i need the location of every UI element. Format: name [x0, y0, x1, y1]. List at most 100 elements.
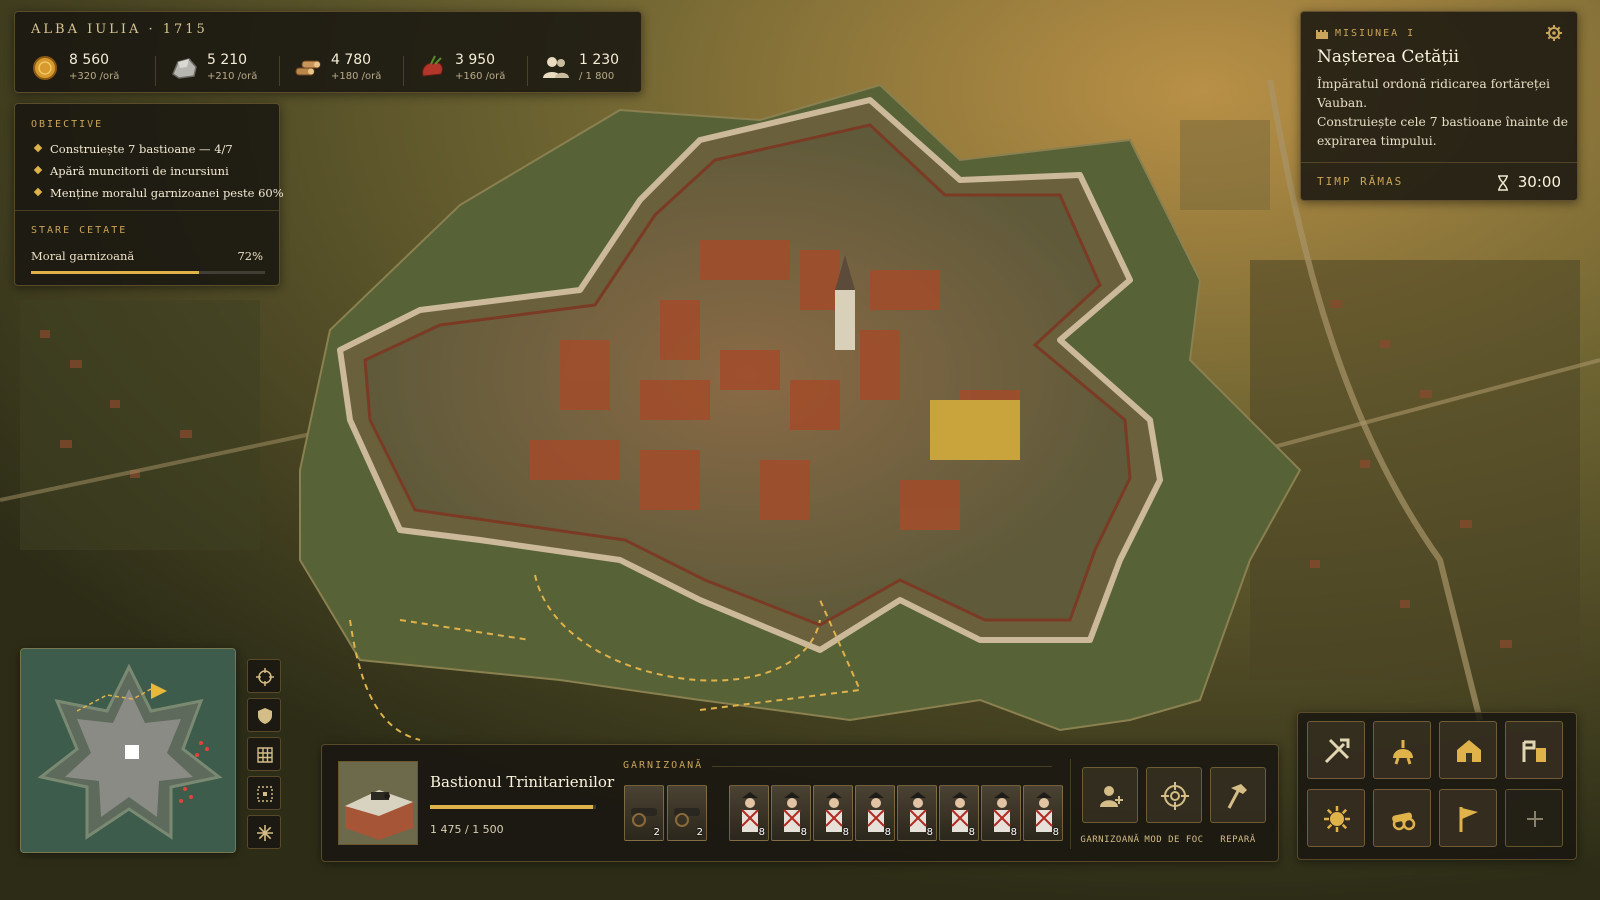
grid-icon	[257, 747, 273, 763]
objectives-heading: OBIECTIVE	[31, 119, 104, 130]
soldier-unit-slot[interactable]: 8	[1023, 785, 1063, 841]
helmet-icon	[1393, 740, 1413, 765]
soldier-unit-slot[interactable]: 8	[939, 785, 979, 841]
fortress-status-heading: STARE CETATE	[31, 225, 128, 236]
soldier-unit-slot[interactable]: 8	[771, 785, 811, 841]
add-build-slot-button[interactable]	[1505, 789, 1563, 847]
build-artillery-button[interactable]	[1373, 789, 1431, 847]
soldier-unit-slot[interactable]: 8	[813, 785, 853, 841]
selected-bastion-name: Bastionul Trinitarienilor	[430, 773, 615, 791]
flag-icon	[1459, 807, 1478, 832]
repair-button[interactable]	[1210, 767, 1266, 823]
soldier-unit-slot[interactable]: 8	[897, 785, 937, 841]
hourglass-icon	[1498, 175, 1508, 191]
fire-mode-button[interactable]	[1146, 767, 1202, 823]
mission-description-line: Construiește cele 7 bastioane înainte de…	[1317, 115, 1568, 148]
city-title: ALBA IULIA · 1715	[31, 22, 208, 37]
bastion-image	[339, 762, 417, 844]
shield-icon	[258, 708, 272, 724]
gear-icon[interactable]	[1545, 24, 1563, 42]
divider	[527, 56, 528, 86]
minimap-camera-marker	[125, 745, 139, 759]
morale-bar	[31, 271, 265, 274]
stone-value: 5 210	[207, 52, 248, 68]
wood-value: 4 780	[331, 52, 372, 68]
unit-count: 8	[800, 827, 807, 838]
gate-icon	[1522, 740, 1546, 762]
garrison-heading: GARNIZOANĂ	[623, 760, 704, 771]
cannon-icon	[1392, 812, 1416, 831]
add-garrison-label: GARNIZOANĂ	[1080, 835, 1140, 845]
dotted-grid-icon	[257, 786, 273, 802]
build-housing-button[interactable]	[1439, 721, 1497, 779]
castle-icon	[1316, 30, 1328, 39]
divider	[279, 56, 280, 86]
diamond-bullet-icon	[33, 165, 43, 175]
build-fortification-button[interactable]	[1307, 789, 1365, 847]
center-view-button[interactable]	[247, 659, 281, 693]
mission-description: Împăratul ordonă ridicarea fortăreței Va…	[1317, 75, 1573, 151]
resource-bar: ALBA IULIA · 1715 8 560 +320 /oră 5 210 …	[14, 11, 642, 93]
divider	[403, 56, 404, 86]
minimap[interactable]	[20, 648, 236, 853]
diamond-bullet-icon	[33, 187, 43, 197]
build-military-button[interactable]	[1373, 721, 1431, 779]
house-icon	[1457, 740, 1481, 762]
unit-count: 8	[884, 827, 891, 838]
mission-kicker: MISIUNEA I	[1335, 28, 1416, 39]
repair-label: REPARĂ	[1220, 835, 1256, 845]
cannon-unit-slot[interactable]: 2	[624, 785, 664, 841]
population-value: 1 230	[579, 52, 620, 68]
objective-text: Construiește 7 bastioane — 4/7	[50, 142, 233, 156]
hammer-pick-icon	[1324, 738, 1350, 764]
crosshair-icon	[1161, 782, 1189, 810]
mission-title: Nașterea Cetății	[1317, 47, 1460, 67]
build-rally-point-button[interactable]	[1439, 789, 1497, 847]
population-icon	[543, 57, 569, 78]
unit-count: 2	[696, 827, 703, 838]
morale-bar-fill	[31, 271, 200, 274]
food-value: 3 950	[455, 52, 496, 68]
build-tools-button[interactable]	[1307, 721, 1365, 779]
unit-count: 8	[926, 827, 933, 838]
build-gate-button[interactable]	[1505, 721, 1563, 779]
selection-view-button[interactable]	[247, 776, 281, 810]
unit-count: 8	[758, 827, 765, 838]
divider	[15, 210, 279, 211]
food-rate: +160 /oră	[455, 71, 506, 82]
food-icon	[422, 55, 443, 77]
stone-rate: +210 /oră	[207, 71, 258, 82]
divider	[1070, 759, 1071, 849]
objective-item: Menține moralul garnizoanei peste 60%	[33, 186, 284, 200]
mission-description-line: Împăratul ordonă ridicarea fortăreței Va…	[1317, 77, 1550, 110]
population-capacity: / 1 800	[579, 71, 615, 82]
objective-item: Apără muncitorii de incursiuni	[33, 164, 229, 178]
morale-label: Moral garnizoană	[31, 249, 135, 263]
add-soldier-icon	[1100, 786, 1123, 807]
add-garrison-button[interactable]	[1082, 767, 1138, 823]
time-remaining-value: 30:00	[1517, 173, 1561, 191]
objective-text: Apără muncitorii de incursiuni	[50, 164, 229, 178]
unit-count: 8	[968, 827, 975, 838]
unit-count: 2	[653, 827, 660, 838]
objective-text: Menține moralul garnizoanei peste 60%	[50, 186, 284, 200]
soldier-unit-slot[interactable]: 8	[855, 785, 895, 841]
stone-icon	[172, 58, 197, 79]
objectives-panel: OBIECTIVE Construiește 7 bastioane — 4/7…	[14, 103, 284, 286]
bastion-health-fill	[430, 805, 594, 809]
grid-view-button[interactable]	[247, 737, 281, 771]
build-menu	[1297, 712, 1577, 860]
hammer-icon	[1227, 784, 1247, 809]
soldier-unit-slot[interactable]: 8	[981, 785, 1021, 841]
bastion-health-bar	[430, 805, 596, 809]
effects-view-button[interactable]	[247, 815, 281, 849]
divider	[712, 766, 1052, 767]
gold-coin-icon	[33, 56, 57, 80]
wood-logs-icon	[295, 60, 321, 76]
cannon-unit-slot[interactable]: 2	[667, 785, 707, 841]
fire-mode-label: MOD DE FOC	[1144, 835, 1204, 845]
divider	[155, 56, 156, 86]
mission-panel: MISIUNEA I Nașterea Cetății Împăratul or…	[1300, 11, 1578, 201]
defense-view-button[interactable]	[247, 698, 281, 732]
soldier-unit-slot[interactable]: 8	[729, 785, 769, 841]
